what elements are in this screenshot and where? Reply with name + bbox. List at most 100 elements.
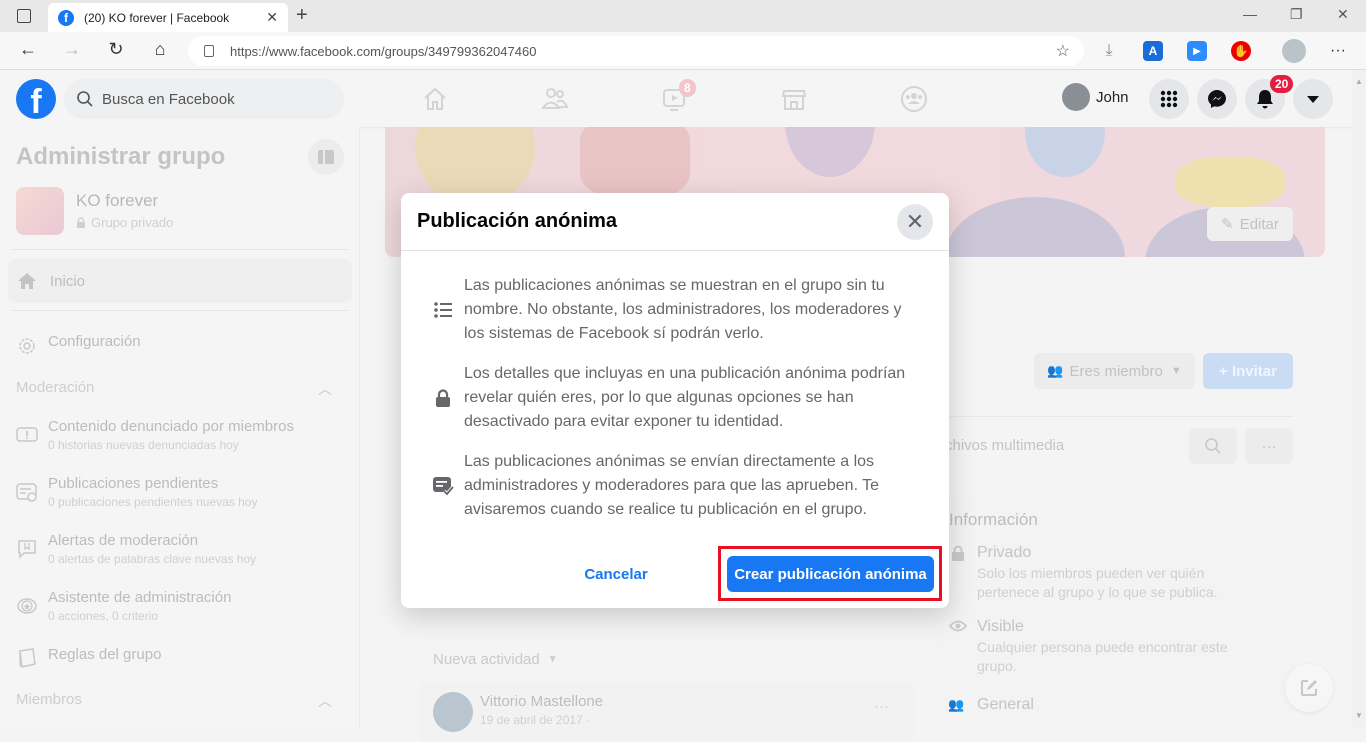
dialog-header: Publicación anónima bbox=[401, 193, 949, 251]
more-menu-icon[interactable]: ··· bbox=[1328, 41, 1348, 61]
page-scrollbar[interactable]: ▲ ▼ bbox=[1352, 71, 1366, 728]
grid-menu-icon bbox=[1160, 90, 1178, 108]
notifications-badge: 20 bbox=[1270, 75, 1294, 93]
new-tab-icon[interactable]: + bbox=[296, 4, 308, 27]
moderation-header: Moderación bbox=[16, 379, 95, 396]
close-icon: ✕ bbox=[905, 209, 925, 234]
info-text: Los detalles que incluyas en una publica… bbox=[464, 365, 906, 430]
divider bbox=[12, 249, 348, 250]
home-filled-icon bbox=[18, 273, 36, 289]
group-type-icon: 👥 bbox=[948, 697, 965, 712]
adblock-extension-icon[interactable]: ✋ bbox=[1231, 41, 1251, 61]
close-dialog-button[interactable]: ✕ bbox=[897, 204, 933, 240]
search-icon bbox=[77, 91, 93, 107]
more-options-button[interactable]: ··· bbox=[1245, 428, 1293, 464]
info-row: Las publicaciones anónimas se muestran e… bbox=[431, 274, 931, 346]
anonymous-post-dialog: Publicación anónima ✕ Las publicaciones … bbox=[401, 193, 949, 608]
edit-cover-button[interactable]: ✎ Editar bbox=[1207, 207, 1293, 241]
cancel-button[interactable]: Cancelar bbox=[571, 557, 661, 591]
collapse-moderation-icon[interactable]: ︿ bbox=[318, 379, 332, 399]
caret-down-icon: ▼ bbox=[1170, 365, 1182, 377]
sidebar-title: Administrar grupo bbox=[16, 143, 226, 170]
account-menu-button[interactable] bbox=[1293, 79, 1333, 119]
messenger-button[interactable] bbox=[1197, 79, 1237, 119]
zoom-extension-icon[interactable]: ▶ bbox=[1187, 41, 1207, 61]
group-name[interactable]: KO forever bbox=[76, 191, 158, 211]
groups-icon[interactable] bbox=[898, 83, 930, 115]
sidebar-item-moderation-alerts[interactable]: Alertas de moderación 0 alertas de palabr… bbox=[16, 532, 256, 566]
sidebar-item-group-rules[interactable]: Reglas del grupo bbox=[16, 646, 161, 670]
group-type-title: General bbox=[977, 696, 1034, 713]
admin-sidebar: Administrar grupo KO forever Grupo priva… bbox=[0, 127, 360, 728]
list-icon bbox=[431, 298, 455, 322]
back-icon[interactable]: ← bbox=[16, 39, 40, 60]
user-name: John bbox=[1096, 88, 1129, 106]
home-icon[interactable] bbox=[419, 83, 451, 115]
rules-icon bbox=[19, 648, 36, 668]
lock-small-icon bbox=[77, 217, 85, 228]
search-input[interactable]: Busca en Facebook bbox=[64, 79, 344, 119]
group-search-button[interactable] bbox=[1189, 428, 1237, 464]
divider bbox=[12, 310, 348, 311]
minimize-icon[interactable]: — bbox=[1243, 6, 1257, 22]
collapse-sidebar-button[interactable] bbox=[308, 139, 344, 175]
restore-icon[interactable]: ❐ bbox=[1290, 6, 1303, 23]
tab-title: (20) KO forever | Facebook bbox=[84, 10, 230, 25]
collapse-members-icon[interactable]: ︿ bbox=[318, 691, 332, 711]
profile-avatar-icon[interactable] bbox=[1282, 39, 1306, 63]
membership-button[interactable]: 👥 Eres miembro ▼ bbox=[1034, 353, 1195, 389]
collapse-panel-icon bbox=[318, 150, 334, 164]
marketplace-icon[interactable] bbox=[778, 83, 810, 115]
close-window-icon[interactable]: ✕ bbox=[1337, 6, 1349, 23]
scroll-up-icon[interactable]: ▲ bbox=[1355, 77, 1363, 86]
divider bbox=[948, 416, 1293, 417]
lock-icon[interactable] bbox=[204, 45, 214, 57]
ellipsis-icon: ··· bbox=[1261, 437, 1277, 455]
members-icon: 👥 bbox=[1047, 363, 1064, 378]
pending-posts-icon bbox=[16, 483, 37, 502]
privacy-title: Privado bbox=[977, 544, 1032, 561]
close-tab-icon[interactable]: ✕ bbox=[266, 9, 278, 26]
gear-icon bbox=[19, 338, 35, 354]
facebook-favicon-icon: f bbox=[58, 9, 74, 26]
scroll-down-icon[interactable]: ▼ bbox=[1355, 711, 1363, 720]
feed-sort-dropdown[interactable]: Nueva actividad ▼ bbox=[433, 651, 558, 668]
about-card: Información Privado Solo los miembros pu… bbox=[933, 492, 1293, 728]
add-favorite-icon[interactable]: ☆ bbox=[1056, 41, 1070, 61]
sidebar-item-home[interactable]: Inicio bbox=[8, 259, 352, 303]
post-date[interactable]: 19 de abril de 2017 · bbox=[480, 713, 590, 727]
forward-icon[interactable]: → bbox=[60, 39, 84, 60]
visibility-title: Visible bbox=[977, 618, 1024, 635]
home-browser-icon[interactable]: ⌂ bbox=[148, 39, 172, 60]
sidebar-item-settings[interactable]: Configuración bbox=[16, 333, 141, 357]
profile-link[interactable]: John bbox=[1062, 83, 1129, 111]
facebook-logo-icon[interactable]: f bbox=[16, 79, 56, 119]
sidebar-item-reported[interactable]: Contenido denunciado por miembros 0 histo… bbox=[16, 418, 294, 452]
approval-icon bbox=[431, 474, 455, 498]
sidebar-item-pending-posts[interactable]: Publicaciones pendientes 0 publicaciones … bbox=[16, 475, 257, 509]
tab-actions-icon[interactable] bbox=[17, 9, 31, 23]
menu-button[interactable] bbox=[1149, 79, 1189, 119]
new-message-button[interactable] bbox=[1285, 664, 1333, 712]
friends-icon[interactable] bbox=[539, 83, 571, 115]
reload-icon[interactable]: ↻ bbox=[104, 39, 128, 60]
address-bar[interactable]: https://www.facebook.com/groups/34979936… bbox=[188, 36, 1084, 66]
browser-tab[interactable]: f (20) KO forever | Facebook ✕ bbox=[48, 3, 288, 32]
group-privacy: Grupo privado bbox=[76, 215, 173, 230]
post-author[interactable]: Vittorio Mastellone bbox=[480, 693, 603, 710]
translate-extension-icon[interactable]: A bbox=[1143, 41, 1163, 61]
create-anonymous-post-button[interactable]: Crear publicación anónima bbox=[727, 556, 934, 592]
downloads-icon[interactable]: ⤓ bbox=[1099, 41, 1119, 61]
tab-media[interactable]: chivos multimedia bbox=[945, 437, 1064, 454]
invite-button[interactable]: + Invitar bbox=[1203, 353, 1293, 389]
sidebar-item-admin-assist[interactable]: Asistente de administración 0 acciones, 0… bbox=[16, 589, 231, 623]
caret-down-icon bbox=[1307, 96, 1319, 103]
group-thumbnail[interactable] bbox=[16, 187, 64, 235]
about-title: Información bbox=[949, 510, 1038, 529]
browser-tab-bar: f (20) KO forever | Facebook ✕ + — ❐ ✕ bbox=[0, 0, 1366, 32]
post-options-icon[interactable]: ··· bbox=[874, 698, 889, 715]
info-text: Las publicaciones anónimas se envían dir… bbox=[464, 453, 880, 518]
post-author-avatar[interactable] bbox=[433, 692, 473, 732]
watch-icon[interactable]: 8 bbox=[659, 79, 696, 115]
post-card: Vittorio Mastellone 19 de abril de 2017 … bbox=[418, 682, 916, 742]
